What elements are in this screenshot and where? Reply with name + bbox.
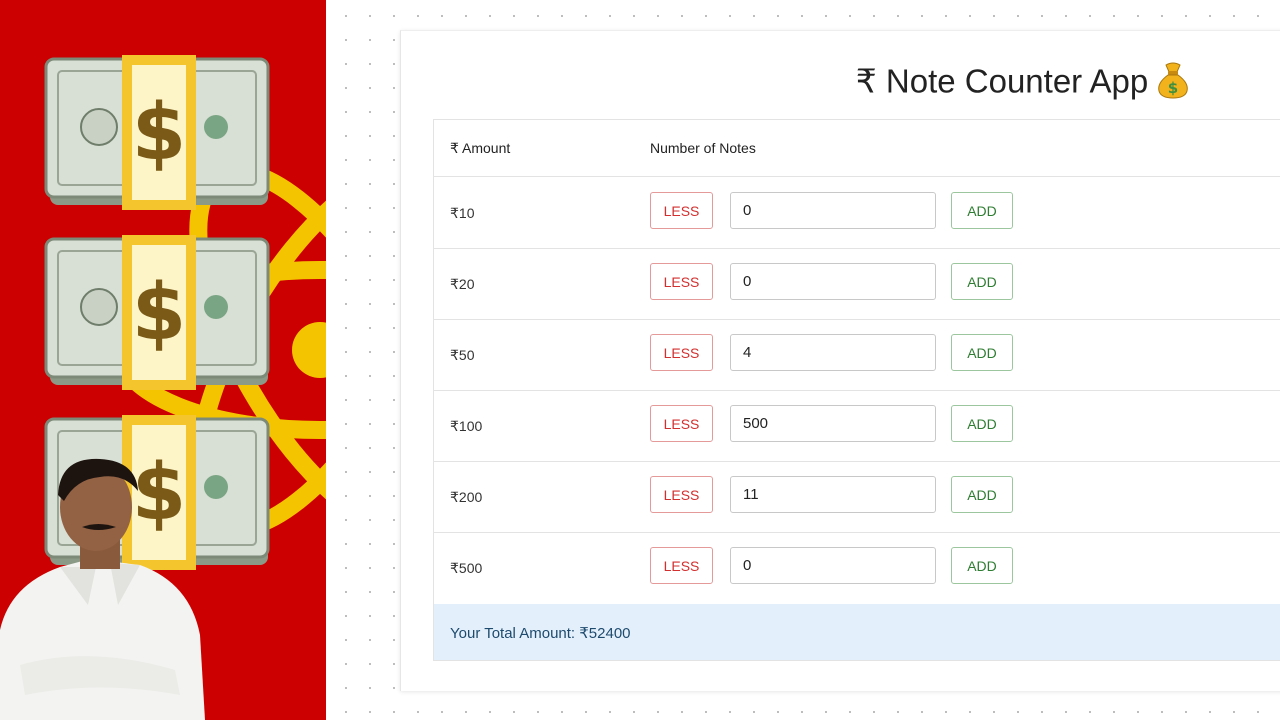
notes-count-input[interactable]	[730, 476, 936, 513]
add-button[interactable]: ADD	[951, 334, 1013, 371]
table-row: ₹500 LESS ADD	[434, 532, 1280, 603]
table-row: ₹10 LESS ADD	[434, 177, 1280, 249]
less-button[interactable]: LESS	[650, 547, 713, 584]
total-amount-text: Your Total Amount: ₹52400	[450, 625, 631, 642]
table-row: ₹200 LESS ADD	[434, 461, 1280, 533]
add-button[interactable]: ADD	[951, 405, 1013, 442]
money-stack-icon: $	[44, 55, 270, 210]
person-photo	[0, 458, 205, 720]
denomination-label: ₹50	[450, 347, 475, 363]
notes-table: ₹ Amount Number of Notes ₹10 LESS ADD ₹2…	[433, 119, 1280, 661]
denomination-label: ₹10	[450, 205, 475, 221]
table-row: ₹20 LESS ADD	[434, 248, 1280, 320]
note-counter-card: ₹ Note Counter App $ ₹ Amount Number of N…	[400, 30, 1280, 691]
add-button[interactable]: ADD	[951, 192, 1013, 229]
svg-text:$: $	[132, 88, 186, 178]
add-button[interactable]: ADD	[951, 476, 1013, 513]
title-text: ₹ Note Counter App	[855, 62, 1149, 100]
page-title: ₹ Note Counter App $	[793, 61, 1253, 107]
money-bag-icon: $	[1156, 61, 1190, 107]
table-header: ₹ Amount Number of Notes	[434, 120, 1280, 177]
less-button[interactable]: LESS	[650, 192, 713, 229]
thumbnail-panel: $ $ $	[0, 0, 326, 720]
notes-count-input[interactable]	[730, 334, 936, 371]
less-button[interactable]: LESS	[650, 476, 713, 513]
add-button[interactable]: ADD	[951, 263, 1013, 300]
total-amount-bar: Your Total Amount: ₹52400	[434, 604, 1280, 660]
header-number-of-notes: Number of Notes	[650, 140, 756, 156]
notes-count-input[interactable]	[730, 263, 936, 300]
notes-count-input[interactable]	[730, 405, 936, 442]
notes-count-input[interactable]	[730, 547, 936, 584]
notes-count-input[interactable]	[730, 192, 936, 229]
header-amount: ₹ Amount	[450, 140, 511, 156]
less-button[interactable]: LESS	[650, 263, 713, 300]
add-button[interactable]: ADD	[951, 547, 1013, 584]
table-row: ₹100 LESS ADD	[434, 390, 1280, 462]
svg-text:$: $	[1168, 79, 1178, 97]
table-row: ₹50 LESS ADD	[434, 319, 1280, 391]
denomination-label: ₹500	[450, 560, 483, 576]
denomination-label: ₹20	[450, 276, 475, 292]
money-stack-icon: $	[44, 235, 270, 390]
less-button[interactable]: LESS	[650, 405, 713, 442]
denomination-label: ₹100	[450, 418, 483, 434]
denomination-label: ₹200	[450, 489, 483, 505]
svg-text:$: $	[132, 268, 186, 358]
less-button[interactable]: LESS	[650, 334, 713, 371]
